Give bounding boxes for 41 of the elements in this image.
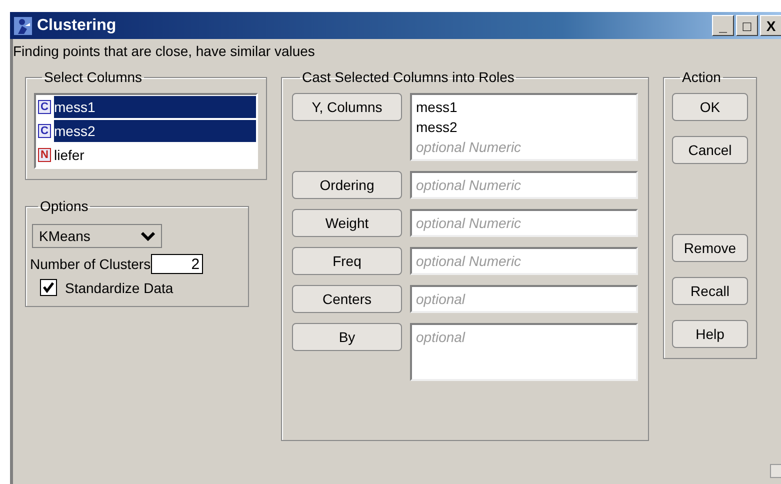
role-button[interactable]: Centers [292, 285, 402, 313]
role-button[interactable]: By [292, 323, 402, 351]
group-title: Action [681, 69, 722, 85]
role-placeholder: optional [416, 328, 466, 347]
window-control-button[interactable]: _ [712, 15, 734, 36]
column-type-icon: N [38, 148, 51, 162]
action-button[interactable]: OK [672, 93, 748, 121]
action-button[interactable]: Remove [672, 234, 748, 262]
method-dropdown[interactable]: KMeans [32, 224, 162, 248]
role-button[interactable]: Freq [292, 247, 402, 275]
role-placeholder: optional Numeric [416, 138, 522, 157]
chevron-icon [141, 231, 155, 241]
checkbox-label: Standardize Data [65, 280, 174, 296]
column-type-icon: C [38, 124, 51, 138]
role-button[interactable]: Y, Columns [292, 93, 402, 121]
role-button[interactable]: Weight [292, 209, 402, 237]
window-title: Clustering [37, 16, 116, 34]
role-field[interactable]: mess1 mess2 optional Numeric [410, 93, 638, 161]
action-button[interactable]: Recall [672, 277, 748, 305]
app-icon [14, 16, 32, 34]
clusters-input[interactable]: 2 [150, 254, 203, 274]
role-button[interactable]: Ordering [292, 171, 402, 199]
window-control-button[interactable]: □ [736, 15, 758, 36]
action-button[interactable]: Cancel [672, 136, 748, 164]
role-value: mess2 [416, 118, 458, 137]
group-title: Options [39, 198, 90, 214]
clusters-label: Number of Clusters [30, 256, 151, 272]
checkbox[interactable] [40, 279, 57, 296]
role-placeholder: optional [416, 290, 466, 309]
description-text: Finding points that are close, have similar values [13, 42, 316, 59]
role-placeholder: optional Numeric [416, 252, 522, 271]
role-placeholder: optional Numeric [416, 176, 522, 195]
resize-grip[interactable] [770, 464, 781, 478]
action-button[interactable]: Help [672, 320, 748, 348]
group-title: Cast Selected Columns into Roles [301, 69, 516, 85]
group-title: Select Columns [43, 69, 144, 85]
window-control-button[interactable]: X [760, 15, 781, 36]
column-item[interactable]: N liefer [36, 143, 256, 167]
role-value: mess1 [416, 98, 458, 117]
column-type-icon: C [38, 100, 51, 114]
role-placeholder: optional Numeric [416, 214, 522, 233]
